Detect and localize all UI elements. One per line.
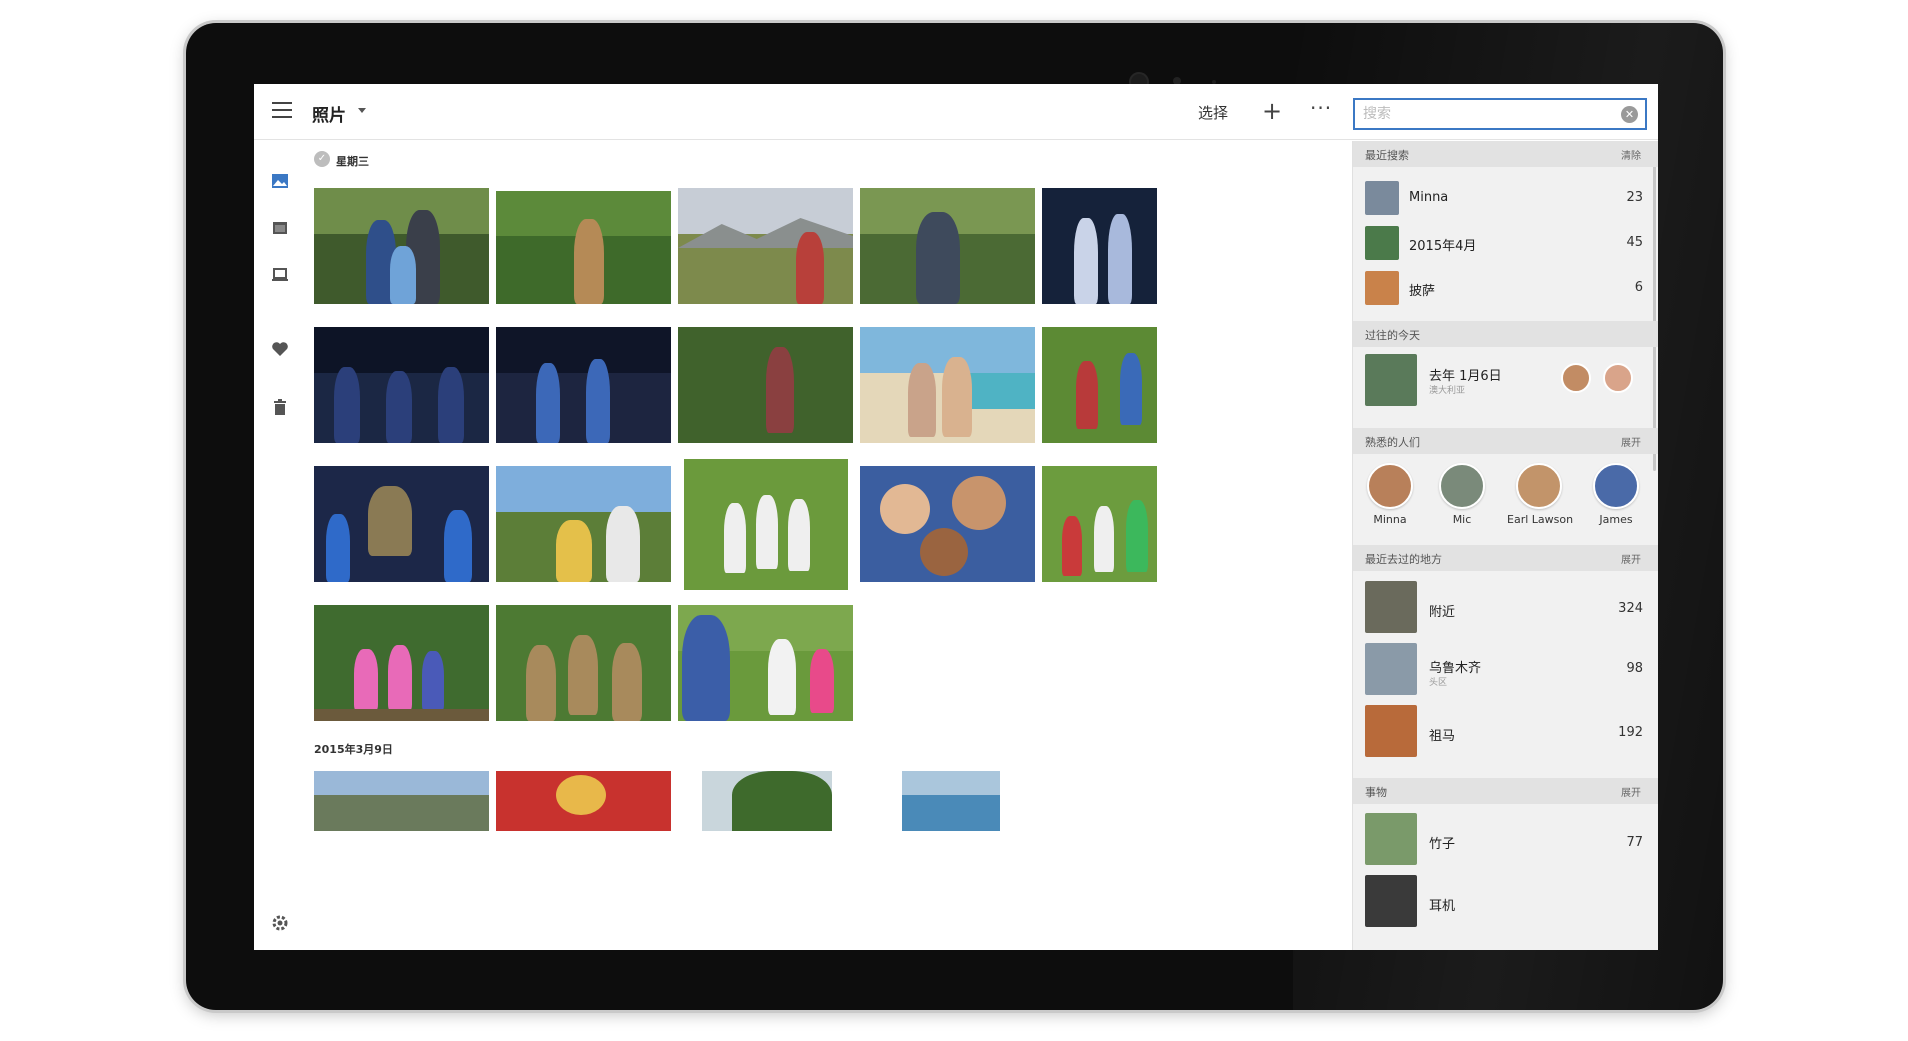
expand-places-button[interactable]: 展开 — [1621, 551, 1641, 566]
person-item[interactable]: Earl Lawson — [1507, 463, 1573, 526]
section-title: 最近搜索 — [1365, 149, 1409, 162]
app-title[interactable]: 照片 — [312, 101, 346, 126]
thumbnail — [1365, 705, 1417, 757]
avatar — [1516, 463, 1562, 509]
thumbnail — [1365, 643, 1417, 695]
photo-tile[interactable] — [496, 191, 671, 304]
avatar — [1603, 363, 1633, 393]
add-icon[interactable]: + — [1262, 99, 1282, 123]
avatar — [1365, 181, 1399, 215]
more-icon[interactable]: ··· — [1310, 96, 1332, 120]
clear-search-icon[interactable]: ✕ — [1621, 106, 1638, 123]
device-icon[interactable] — [271, 267, 289, 285]
group-select-check-icon[interactable]: ✓ — [314, 151, 330, 167]
thing-item[interactable]: 竹子 77 — [1353, 811, 1643, 869]
photo-tile[interactable] — [1042, 327, 1157, 443]
photo-tile[interactable] — [496, 327, 671, 443]
photo-tile[interactable] — [314, 605, 489, 721]
top-bar: 照片 选择 + ··· ✕ — [254, 84, 1658, 140]
albums-icon[interactable] — [271, 220, 289, 238]
photo-tile[interactable] — [860, 188, 1035, 304]
thumbnail — [1365, 875, 1417, 927]
thumbnail — [1365, 813, 1417, 865]
avatar — [1593, 463, 1639, 509]
on-this-day-item[interactable]: 去年 1月6日 澳大利亚 — [1353, 351, 1643, 409]
left-rail — [254, 140, 302, 950]
thumbnail — [1365, 354, 1417, 406]
person-item[interactable]: Minna — [1358, 463, 1422, 526]
thumbnail — [1365, 581, 1417, 633]
app-screen: 照片 选择 + ··· ✕ ✓ 星期三 — [254, 84, 1658, 950]
photo-tile[interactable] — [1042, 188, 1157, 304]
avatar — [1439, 463, 1485, 509]
people-header: 熟悉的人们 展开 — [1353, 428, 1658, 454]
section-title: 最近去过的地方 — [1365, 553, 1442, 566]
photos-icon[interactable] — [271, 173, 289, 191]
photo-tile[interactable] — [1042, 466, 1157, 582]
thing-item[interactable]: 耳机 — [1353, 873, 1643, 931]
avatar — [1561, 363, 1591, 393]
thumbnail — [1365, 226, 1399, 260]
photo-tile[interactable] — [678, 605, 853, 721]
photo-tile[interactable] — [496, 771, 671, 831]
place-item[interactable]: 祖马 192 — [1353, 703, 1643, 761]
section-title: 事物 — [1365, 786, 1387, 799]
trash-icon[interactable] — [271, 398, 289, 416]
search-input[interactable] — [1363, 104, 1613, 124]
recent-search-item[interactable]: Minna 23 — [1353, 175, 1643, 219]
photo-tile[interactable] — [860, 466, 1035, 582]
photo-tile[interactable] — [496, 605, 671, 721]
expand-things-button[interactable]: 展开 — [1621, 784, 1641, 799]
recent-search-item[interactable]: 2015年4月 45 — [1353, 220, 1643, 264]
places-header: 最近去过的地方 展开 — [1353, 545, 1658, 571]
person-item[interactable]: James — [1584, 463, 1648, 526]
photo-grid: ✓ 星期三 2015年3月9日 — [302, 141, 1352, 950]
photo-tile[interactable] — [678, 188, 853, 304]
clear-recent-button[interactable]: 清除 — [1621, 147, 1641, 162]
favorites-icon[interactable] — [271, 341, 289, 359]
place-item[interactable]: 乌鲁木齐 头区 98 — [1353, 641, 1643, 699]
photo-tile[interactable] — [678, 327, 853, 443]
photo-tile[interactable] — [314, 466, 489, 582]
person-item[interactable]: Mic — [1430, 463, 1494, 526]
on-this-day-header: 过往的今天 — [1353, 321, 1658, 347]
group-date-label: 2015年3月9日 — [314, 743, 393, 756]
section-title: 过往的今天 — [1365, 329, 1420, 342]
things-header: 事物 展开 — [1353, 778, 1658, 804]
search-suggestions-panel: 最近搜索 清除 Minna 23 2015年4月 45 披萨 6 过往的今天 去… — [1352, 141, 1658, 950]
photo-tile[interactable] — [684, 459, 848, 590]
photo-tile[interactable] — [314, 327, 489, 443]
photo-tile[interactable] — [314, 771, 489, 831]
photo-tile[interactable] — [496, 466, 671, 582]
title-dropdown-icon[interactable] — [358, 108, 366, 113]
photo-tile[interactable] — [314, 188, 489, 304]
panel-scrollbar[interactable] — [1653, 141, 1656, 471]
photo-tile[interactable] — [860, 327, 1035, 443]
photo-tile[interactable] — [702, 771, 832, 831]
search-box[interactable]: ✕ — [1353, 98, 1647, 130]
thumbnail — [1365, 271, 1399, 305]
section-title: 熟悉的人们 — [1365, 436, 1420, 449]
avatar — [1367, 463, 1413, 509]
menu-icon[interactable] — [272, 102, 292, 118]
expand-people-button[interactable]: 展开 — [1621, 434, 1641, 449]
recent-searches-header: 最近搜索 清除 — [1353, 141, 1658, 167]
recent-search-item[interactable]: 披萨 6 — [1353, 265, 1643, 309]
photo-tile[interactable] — [902, 771, 1000, 831]
group-date-label: 星期三 — [336, 155, 369, 168]
select-button[interactable]: 选择 — [1198, 102, 1228, 123]
place-item[interactable]: 附近 324 — [1353, 579, 1643, 637]
settings-icon[interactable] — [271, 914, 289, 932]
